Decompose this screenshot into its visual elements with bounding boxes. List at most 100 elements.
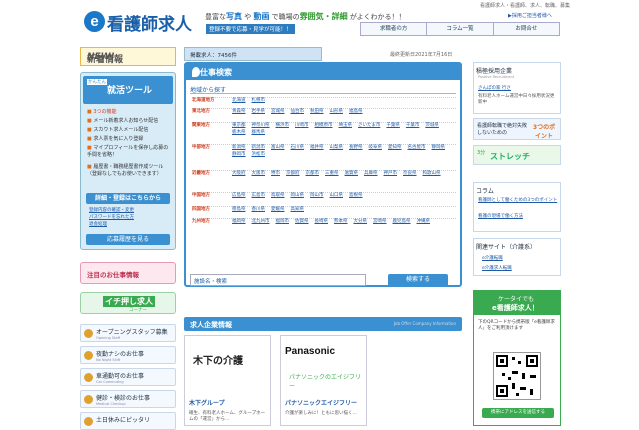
- prefecture-link[interactable]: 福岡市: [276, 218, 290, 225]
- region-row: 北海道地方 北海道 札幌市: [192, 97, 456, 103]
- prefecture-link[interactable]: 大阪市: [252, 170, 266, 177]
- prefecture-link[interactable]: 熊本県: [334, 218, 348, 225]
- prefecture-link[interactable]: 福岡県: [232, 218, 246, 225]
- prefecture-link[interactable]: 宮城県: [271, 108, 285, 115]
- keyword-input[interactable]: 施設名・検索: [190, 274, 366, 286]
- prefecture-link[interactable]: 徳島県: [232, 206, 246, 213]
- send-url-button[interactable]: 携帯にアドレスを送信する: [482, 408, 554, 418]
- menu-car-commute[interactable]: 車通勤可のお仕事 Car Commuting: [80, 368, 176, 386]
- application-history-button[interactable]: 応募履歴を見る: [86, 234, 170, 245]
- prefecture-link[interactable]: 岡山市: [310, 192, 324, 199]
- column-link-2[interactable]: 看護の現場で働く方法: [478, 213, 523, 219]
- prefecture-link[interactable]: 島根県: [349, 192, 363, 199]
- prefecture-link[interactable]: さいたま市: [358, 122, 380, 129]
- related-link-2[interactable]: e介護求人転職: [482, 265, 512, 271]
- prefecture-link[interactable]: 東京都: [232, 122, 246, 129]
- prefecture-link[interactable]: 福井県: [310, 144, 324, 151]
- tips-banner[interactable]: 看護師転職で絶対失敗しないための 3つのポイント: [473, 118, 561, 140]
- search-button[interactable]: 検索する: [388, 274, 448, 286]
- site-logo[interactable]: e 看護師求人: [84, 10, 202, 36]
- prefecture-link[interactable]: 札幌市: [252, 97, 266, 104]
- prefecture-link[interactable]: 山口県: [330, 192, 344, 199]
- prefecture-link[interactable]: 千葉県: [386, 122, 400, 129]
- prefecture-link[interactable]: 滋賀県: [345, 170, 359, 177]
- nav-columns[interactable]: コラム一覧: [427, 23, 494, 35]
- related-link-1[interactable]: e介護転職: [482, 255, 503, 261]
- new-info-banner[interactable]: 新着情報 NEW!: [80, 47, 176, 66]
- recommended-jobs-banner[interactable]: イチ押し求人 コーナー: [80, 292, 176, 314]
- nav-contact[interactable]: お問合せ: [494, 23, 559, 35]
- menu-opening-staff[interactable]: オープニングスタッフ募集 Opening Staff: [80, 324, 176, 342]
- prefecture-link[interactable]: 兵庫県: [364, 170, 378, 177]
- prefecture-link[interactable]: 栃木県: [232, 129, 246, 136]
- prefecture-link[interactable]: 川崎市: [295, 122, 309, 129]
- prefecture-link[interactable]: 富山県: [271, 144, 285, 151]
- prefecture-link[interactable]: 鳥取県: [271, 192, 285, 199]
- prefecture-link[interactable]: 静岡県: [432, 144, 446, 151]
- prefecture-link[interactable]: 佐賀県: [295, 218, 309, 225]
- prefecture-link[interactable]: 長崎県: [315, 218, 329, 225]
- prefecture-link[interactable]: 静岡市: [232, 151, 246, 158]
- prefecture-link[interactable]: 岩手県: [252, 108, 266, 115]
- prefecture-link[interactable]: 愛媛県: [271, 206, 285, 213]
- prefecture-link[interactable]: 岡山県: [291, 192, 305, 199]
- prefecture-link[interactable]: 横浜市: [276, 122, 290, 129]
- logo-e-icon: e: [84, 11, 105, 32]
- prefecture-link[interactable]: 香川県: [252, 206, 266, 213]
- prefecture-link[interactable]: 青森県: [232, 108, 246, 115]
- prefecture-link[interactable]: 新潟市: [252, 144, 266, 151]
- menu-weekend-off[interactable]: 土日休みにピッタリ: [80, 412, 176, 430]
- prefecture-link[interactable]: 大阪府: [232, 170, 246, 177]
- prefecture-link[interactable]: 仙台市: [291, 108, 305, 115]
- prefecture-link[interactable]: 長野県: [349, 144, 363, 151]
- prefecture-link[interactable]: 山梨県: [330, 144, 344, 151]
- featured-jobs-banner[interactable]: 注目のお仕事情報: [80, 262, 176, 284]
- prefecture-link[interactable]: 和歌山県: [423, 170, 441, 177]
- tools-header: かんたん 就活ツール: [83, 76, 173, 104]
- prefecture-link[interactable]: 京都市: [306, 170, 320, 177]
- prefecture-link[interactable]: 鹿児島県: [393, 218, 411, 225]
- prefecture-link[interactable]: 相模原市: [315, 122, 333, 129]
- prefecture-link[interactable]: 石川県: [291, 144, 305, 151]
- prefecture-link[interactable]: 群馬県: [252, 129, 266, 136]
- prefecture-link[interactable]: 大分県: [354, 218, 368, 225]
- recruiter-link[interactable]: ▶採用ご担当者様へ: [508, 12, 552, 19]
- prefecture-link[interactable]: 山形県: [330, 108, 344, 115]
- edit-profile-link[interactable]: 登録内容の確認・変更: [89, 207, 134, 214]
- withdraw-link[interactable]: 退会処理: [89, 221, 134, 228]
- menu-no-night-shift[interactable]: 夜勤ナシのお仕事 No Night Shift: [80, 346, 176, 364]
- prefecture-link[interactable]: 広島県: [232, 192, 246, 199]
- prefecture-link[interactable]: 広島市: [252, 192, 266, 199]
- prefecture-link[interactable]: 高知県: [291, 206, 305, 213]
- prefecture-link[interactable]: 奈良県: [403, 170, 417, 177]
- prefecture-link[interactable]: 浜松市: [252, 151, 266, 158]
- nav-job-seekers[interactable]: 求職者の方: [361, 23, 428, 35]
- prefecture-link[interactable]: 北九州市: [252, 218, 270, 225]
- company-card-panasonic[interactable]: Panasonic パナソニックのエイジフリー パナソニックエイジフリー 介護が…: [280, 335, 367, 426]
- prefecture-link[interactable]: 福島県: [349, 108, 363, 115]
- prefecture-link[interactable]: 茨城県: [425, 122, 439, 129]
- region-label: 北海道地方: [192, 98, 215, 103]
- prefecture-link[interactable]: 神奈川県: [252, 122, 270, 129]
- prefecture-link[interactable]: 京都府: [286, 170, 300, 177]
- prefecture-link[interactable]: 宮崎県: [373, 218, 387, 225]
- forgot-password-link[interactable]: パスワードを忘れた方: [89, 214, 134, 221]
- register-button[interactable]: 詳細・登録はこちらから: [86, 193, 170, 204]
- prefecture-link[interactable]: 神戸市: [384, 170, 398, 177]
- prefecture-link[interactable]: 北海道: [232, 97, 246, 104]
- column-link-1[interactable]: 看護師として働くための3つのポイント: [478, 197, 558, 203]
- prefecture-link[interactable]: 千葉市: [406, 122, 420, 129]
- prefecture-link[interactable]: 埼玉県: [339, 122, 353, 129]
- menu-checkup[interactable]: 健診・検診のお仕事 Medical Checkup: [80, 390, 176, 408]
- prefecture-link[interactable]: 新潟県: [232, 144, 246, 151]
- stretch-banner[interactable]: 3分 ストレッチ: [473, 145, 561, 165]
- prefecture-link[interactable]: 沖縄県: [417, 218, 431, 225]
- prefecture-link[interactable]: 名古屋市: [408, 144, 426, 151]
- prefecture-link[interactable]: 堺市: [271, 170, 280, 177]
- prefecture-link[interactable]: 秋田県: [310, 108, 324, 115]
- company-card-kinoshita[interactable]: 木下の介護 木下グループ 確生、有料老人ホーム、グループホームの「運営」から..…: [184, 335, 271, 426]
- prefecture-link[interactable]: 岐阜県: [369, 144, 383, 151]
- prefecture-link[interactable]: 三重県: [325, 170, 339, 177]
- company-link[interactable]: さんぽの家 行さ: [478, 85, 511, 91]
- prefecture-link[interactable]: 愛知県: [388, 144, 402, 151]
